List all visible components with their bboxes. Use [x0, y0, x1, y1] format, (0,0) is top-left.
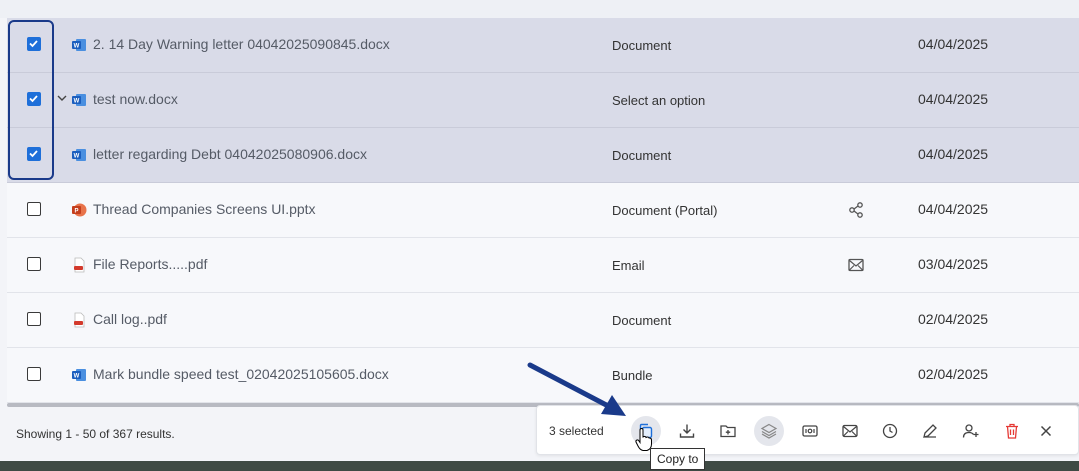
file-date: 03/04/2025: [918, 256, 989, 272]
share-icon[interactable]: [847, 201, 865, 219]
history-button[interactable]: [875, 416, 905, 446]
table-row[interactable]: W test now.docx Select an option 04/04/2…: [7, 73, 1079, 128]
user-plus-icon: [962, 424, 979, 438]
selection-highlight-box: [8, 20, 54, 180]
file-type: Document: [612, 38, 672, 53]
file-type: Bundle: [612, 368, 653, 383]
file-name[interactable]: letter regarding Debt 04042025080906.doc…: [93, 146, 367, 162]
file-date: 04/04/2025: [918, 201, 989, 217]
row-checkbox[interactable]: [27, 367, 41, 381]
email-button[interactable]: [835, 416, 865, 446]
trash-icon: [1006, 423, 1018, 439]
file-type: Document (Portal): [612, 203, 718, 218]
file-type: Document: [612, 313, 672, 328]
file-name[interactable]: File Reports.....pdf: [93, 256, 207, 272]
svg-text:W: W: [74, 154, 80, 160]
powerpoint-icon: P: [72, 203, 87, 217]
clock-icon: [882, 423, 898, 439]
word-icon: W: [72, 149, 86, 161]
table-row[interactable]: W Mark bundle speed test_02042025105605.…: [7, 348, 1079, 403]
file-name[interactable]: Call log..pdf: [93, 311, 167, 327]
row-checkbox[interactable]: [27, 202, 41, 216]
close-button[interactable]: [1031, 416, 1061, 446]
file-date: 04/04/2025: [918, 36, 989, 52]
close-icon: [1040, 425, 1052, 437]
add-user-button[interactable]: [956, 416, 986, 446]
file-date: 02/04/2025: [918, 366, 989, 382]
mail-icon[interactable]: [847, 256, 865, 274]
svg-text:W: W: [74, 44, 80, 50]
layers-button[interactable]: [754, 416, 784, 446]
table-row[interactable]: P Thread Companies Screens UI.pptx Docum…: [7, 183, 1079, 238]
file-type[interactable]: Select an option: [612, 93, 705, 108]
pdf-icon: [74, 257, 85, 273]
layers-icon: [760, 423, 778, 439]
svg-text:W: W: [74, 374, 80, 380]
file-name[interactable]: test now.docx: [93, 91, 178, 107]
bulk-action-bar: 3 selected: [536, 405, 1079, 455]
taskbar-strip: [0, 461, 1079, 471]
chevron-down-icon[interactable]: [56, 92, 68, 104]
file-date: 02/04/2025: [918, 311, 989, 327]
folder-plus-icon: [720, 425, 736, 438]
pdf-icon: [74, 312, 85, 328]
file-name[interactable]: Mark bundle speed test_02042025105605.do…: [93, 366, 389, 382]
file-name[interactable]: Thread Companies Screens UI.pptx: [93, 201, 316, 217]
selected-count: 3 selected: [549, 424, 604, 438]
file-name[interactable]: 2. 14 Day Warning letter 04042025090845.…: [93, 36, 390, 52]
mail-icon: [842, 424, 858, 438]
row-checkbox[interactable]: [27, 257, 41, 271]
move-to-folder-button[interactable]: [713, 416, 743, 446]
delete-button[interactable]: [997, 416, 1027, 446]
row-checkbox[interactable]: [27, 312, 41, 326]
download-icon: [679, 424, 695, 438]
word-icon: W: [72, 94, 86, 106]
table-row[interactable]: W 2. 14 Day Warning letter 0404202509084…: [7, 18, 1079, 73]
file-type: Document: [612, 148, 672, 163]
svg-text:W: W: [74, 99, 80, 105]
download-button[interactable]: [672, 416, 702, 446]
results-count: Showing 1 - 50 of 367 results.: [16, 427, 175, 441]
table-row[interactable]: W letter regarding Debt 04042025080906.d…: [7, 128, 1079, 183]
file-date: 04/04/2025: [918, 146, 989, 162]
edit-button[interactable]: [915, 416, 945, 446]
table-row[interactable]: File Reports.....pdf Email 03/04/2025: [7, 238, 1079, 293]
tooltip: Copy to: [650, 448, 706, 470]
file-date: 04/04/2025: [918, 91, 989, 107]
pencil-icon: [923, 424, 937, 438]
word-icon: W: [72, 369, 86, 381]
id-card-icon: [802, 425, 818, 437]
file-table: W 2. 14 Day Warning letter 0404202509084…: [7, 18, 1079, 403]
table-row[interactable]: Call log..pdf Document 02/04/2025: [7, 293, 1079, 348]
word-icon: W: [72, 39, 86, 51]
svg-text:P: P: [74, 209, 78, 215]
top-strip: [0, 0, 1079, 18]
file-type: Email: [612, 258, 645, 273]
id-card-button[interactable]: [795, 416, 825, 446]
